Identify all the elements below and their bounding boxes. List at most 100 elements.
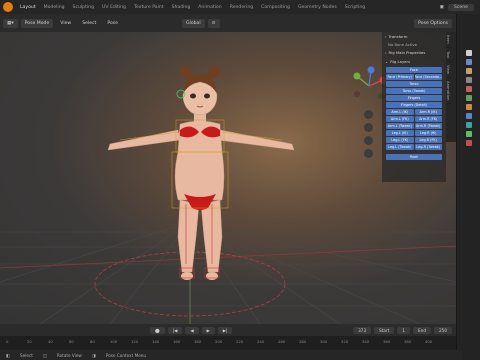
character-model[interactable] bbox=[107, 66, 295, 280]
status-rotate: Rotate View bbox=[56, 352, 82, 358]
zoom-icon[interactable] bbox=[364, 110, 373, 119]
rig-layer-torso-tweak[interactable]: Torso (Tweak) bbox=[386, 88, 442, 94]
ruler-tick: 260 bbox=[278, 339, 286, 344]
rig-row: Arm.L (Tweak) Arm.R (Tweak) bbox=[386, 123, 442, 129]
tab-animation[interactable]: Animation bbox=[194, 5, 225, 10]
render-icon[interactable] bbox=[466, 59, 472, 65]
physics-icon[interactable] bbox=[466, 122, 472, 128]
rig-layer-arm-r-ik[interactable]: Arm.R (IK) bbox=[414, 109, 442, 115]
timeline-header: ⬤ |◀ ◀ ▶ ▶| 373 Start 1 End 250 bbox=[0, 324, 456, 336]
select-menu[interactable]: Select bbox=[78, 19, 100, 28]
ruler-tick: 340 bbox=[362, 339, 370, 344]
current-frame-field[interactable]: 373 bbox=[353, 326, 372, 334]
scene-icon: ▣ bbox=[439, 4, 444, 10]
timeline-ruler[interactable]: 0 20 40 60 80 100 120 140 160 180 200 22… bbox=[0, 336, 456, 350]
jump-start-icon[interactable]: |◀ bbox=[167, 326, 183, 334]
no-bone-text: No Bone Active bbox=[388, 42, 417, 47]
rig-layer-face-secondary[interactable]: Face (Seconda... bbox=[414, 74, 442, 80]
rig-layer-leg-r-fk[interactable]: Leg.R (FK) bbox=[414, 137, 442, 143]
end-frame-label: End bbox=[413, 326, 431, 334]
grid-icon[interactable] bbox=[364, 149, 373, 158]
transform-section-header[interactable]: › Transform bbox=[382, 32, 446, 41]
playback-dropdown[interactable]: ⬤ bbox=[150, 326, 165, 334]
rig-layer-leg-r-ik[interactable]: Leg.R (IK) bbox=[414, 130, 442, 136]
rig-props-section-header[interactable]: › Rig Main Properties bbox=[382, 48, 446, 57]
tab-layout[interactable]: Layout bbox=[16, 5, 40, 10]
rig-row: Leg.L (FK) Leg.R (FK) bbox=[386, 137, 442, 143]
rig-layer-face[interactable]: Face bbox=[386, 67, 442, 73]
ruler-tick: 60 bbox=[69, 339, 74, 344]
tab-uv-editing[interactable]: UV Editing bbox=[98, 5, 130, 10]
modifier-icon[interactable] bbox=[466, 113, 472, 119]
rig-layer-torso[interactable]: Torso bbox=[386, 81, 442, 87]
tab-modeling[interactable]: Modeling bbox=[40, 5, 69, 10]
ruler-tick: 400 bbox=[425, 339, 433, 344]
tab-geometry-nodes[interactable]: Geometry Nodes bbox=[294, 5, 341, 10]
world-icon[interactable] bbox=[466, 95, 472, 101]
tab-view[interactable]: View bbox=[446, 62, 451, 79]
editor-type-button[interactable]: ▦▾ bbox=[3, 18, 18, 28]
pose-menu[interactable]: Pose bbox=[103, 19, 122, 28]
tab-tool[interactable]: Tool bbox=[446, 48, 451, 63]
tab-texture-paint[interactable]: Texture Paint bbox=[130, 5, 168, 10]
rig-layer-arm-r-fk[interactable]: Arm.R (FK) bbox=[414, 116, 442, 122]
rig-layer-leg-l-tweak[interactable]: Leg.L (Tweak) bbox=[386, 144, 414, 150]
start-frame-field[interactable]: 1 bbox=[397, 326, 411, 334]
tab-item[interactable]: Item bbox=[446, 32, 451, 48]
ruler-tick: 380 bbox=[404, 339, 412, 344]
rig-row: Arm.L (IK) Arm.R (IK) bbox=[386, 109, 442, 115]
jump-end-icon[interactable]: ▶| bbox=[217, 326, 233, 334]
output-icon[interactable] bbox=[466, 68, 472, 74]
end-frame-field[interactable]: 250 bbox=[434, 326, 452, 334]
rig-row: Arm.L (FK) Arm.R (FK) bbox=[386, 116, 442, 122]
tab-sculpting[interactable]: Sculpting bbox=[69, 5, 98, 10]
rig-layer-leg-r-tweak[interactable]: Leg.R (Tweak) bbox=[414, 144, 442, 150]
ruler-tick: 200 bbox=[215, 339, 223, 344]
camera-icon[interactable] bbox=[364, 136, 373, 145]
material-icon[interactable] bbox=[466, 140, 472, 146]
rig-layer-arm-r-tweak[interactable]: Arm.R (Tweak) bbox=[414, 123, 442, 129]
play-icon[interactable]: ▶ bbox=[201, 326, 215, 334]
rig-layer-arm-l-fk[interactable]: Arm.L (FK) bbox=[386, 116, 414, 122]
rig-layer-fingers[interactable]: Fingers bbox=[386, 95, 442, 101]
ruler-tick: 180 bbox=[194, 339, 202, 344]
mode-dropdown[interactable]: Pose Mode bbox=[20, 18, 54, 28]
ruler-tick: 80 bbox=[90, 339, 95, 344]
status-select: Select bbox=[19, 352, 33, 358]
pivot-icon[interactable]: ⊙ bbox=[207, 18, 220, 28]
transform-orientation-dropdown[interactable]: Global bbox=[182, 18, 205, 28]
play-reverse-icon[interactable]: ◀ bbox=[185, 326, 199, 334]
ruler-tick: 20 bbox=[27, 339, 32, 344]
object-icon[interactable] bbox=[466, 104, 472, 110]
blender-logo-icon[interactable] bbox=[3, 2, 13, 12]
rig-layer-fingers-detail[interactable]: Fingers (Detail) bbox=[386, 102, 442, 108]
rig-layer-root[interactable]: Root bbox=[386, 154, 442, 160]
sidebar-n-panel: › Transform No Bone Active › Rig Main Prop… bbox=[382, 32, 446, 182]
rig-layer-arm-l-tweak[interactable]: Arm.L (Tweak) bbox=[386, 123, 414, 129]
tab-rendering[interactable]: Rendering bbox=[226, 5, 257, 10]
rig-layer-leg-l-fk[interactable]: Leg.L (FK) bbox=[386, 137, 414, 143]
tab-compositing[interactable]: Compositing bbox=[257, 5, 294, 10]
x-axis-line bbox=[0, 245, 456, 269]
rig-layer-face-primary[interactable]: Face (Primary) bbox=[386, 74, 414, 80]
ruler-tick: 100 bbox=[110, 339, 118, 344]
armature-data-icon[interactable] bbox=[466, 131, 472, 137]
scene-selector: ▣ Scene bbox=[439, 3, 480, 11]
pose-options-dropdown[interactable]: Pose Options bbox=[414, 18, 452, 28]
tab-shading[interactable]: Shading bbox=[168, 5, 195, 10]
scene-name[interactable]: Scene bbox=[447, 3, 474, 11]
rig-layer-leg-l-ik[interactable]: Leg.L (IK) bbox=[386, 130, 414, 136]
view-menu[interactable]: View bbox=[56, 19, 75, 28]
tab-scripting[interactable]: Scripting bbox=[341, 5, 369, 10]
floor-grid bbox=[0, 221, 456, 324]
tab-animation-side[interactable]: Animation bbox=[446, 78, 451, 105]
pan-icon[interactable] bbox=[364, 123, 373, 132]
scene-icon[interactable] bbox=[466, 86, 472, 92]
ruler-tick: 320 bbox=[341, 339, 349, 344]
tool-icon[interactable] bbox=[466, 50, 472, 56]
viewport-header: ▦▾ Pose Mode View Select Pose Global ⊙ P… bbox=[0, 14, 456, 32]
view-layer-icon[interactable] bbox=[466, 77, 472, 83]
rig-layers-section-header[interactable]: ⌄ Rig Layers bbox=[382, 57, 446, 66]
ruler-tick: 160 bbox=[173, 339, 181, 344]
rig-layer-arm-l-ik[interactable]: Arm.L (IK) bbox=[386, 109, 414, 115]
